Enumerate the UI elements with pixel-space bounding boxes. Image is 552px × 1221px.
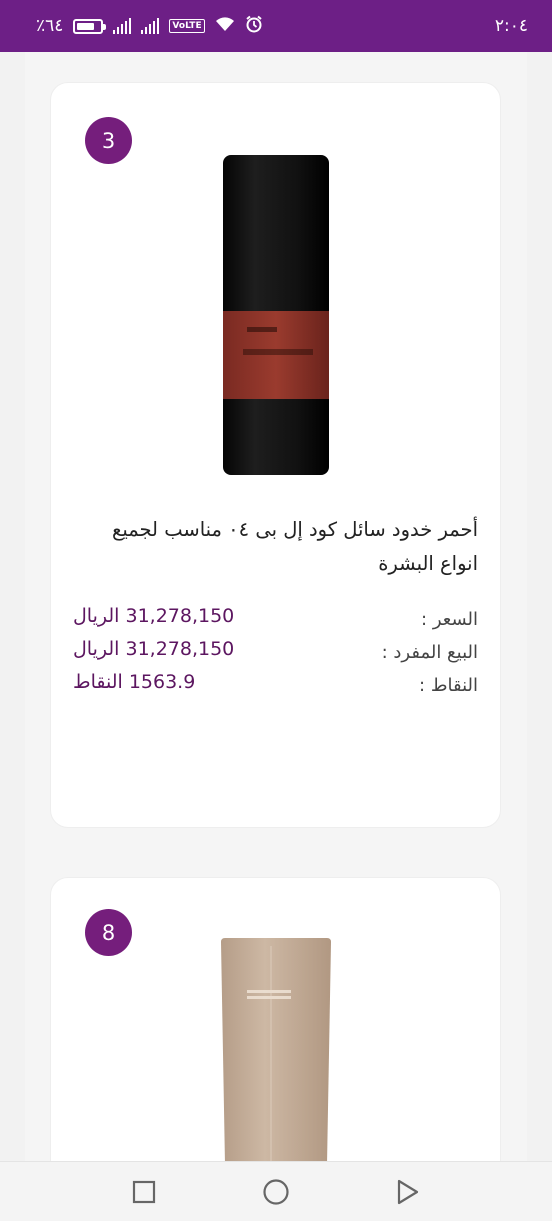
product-image[interactable] — [219, 153, 333, 477]
signal-icon — [141, 18, 160, 34]
price-value: 31,278,150 الريال — [73, 605, 235, 627]
retail-value: 31,278,150 الريال — [73, 638, 235, 660]
signal-icon — [113, 18, 132, 34]
volte-icon: VoLTE — [169, 19, 205, 33]
price-label: السعر : — [421, 609, 478, 630]
status-bar: ٪٦٤ VoLTE ٢:٠٤ — [0, 0, 552, 52]
navigation-bar — [0, 1161, 552, 1221]
back-icon[interactable] — [388, 1172, 428, 1212]
product-card[interactable]: 8 — [50, 877, 501, 1161]
clock: ٢:٠٤ — [494, 16, 528, 36]
price-details: السعر : 31,278,150 الريال البيع المفرد :… — [51, 605, 500, 708]
home-icon[interactable] — [256, 1172, 296, 1212]
product-card[interactable]: 3 أحمر خدود سائل كود إل بى ٠٤ مناسب لجمي… — [50, 82, 501, 828]
points-label: النقاط : — [419, 675, 478, 696]
points-value: 1563.9 النقاط — [73, 671, 196, 693]
product-image[interactable] — [219, 936, 333, 1161]
recents-icon[interactable] — [124, 1172, 164, 1212]
points-row: النقاط : 1563.9 النقاط — [51, 671, 500, 708]
wifi-icon — [215, 16, 235, 36]
status-icons: ٪٦٤ VoLTE — [36, 15, 263, 37]
rank-badge: 3 — [85, 117, 132, 164]
retail-label: البيع المفرد : — [381, 642, 478, 663]
battery-percent: ٪٦٤ — [36, 16, 64, 36]
product-title: أحمر خدود سائل كود إل بى ٠٤ مناسب لجميع … — [111, 518, 478, 575]
battery-icon — [73, 18, 107, 34]
product-list[interactable]: 3 أحمر خدود سائل كود إل بى ٠٤ مناسب لجمي… — [0, 52, 552, 1161]
rank-badge: 8 — [85, 909, 132, 956]
alarm-icon — [245, 15, 263, 37]
